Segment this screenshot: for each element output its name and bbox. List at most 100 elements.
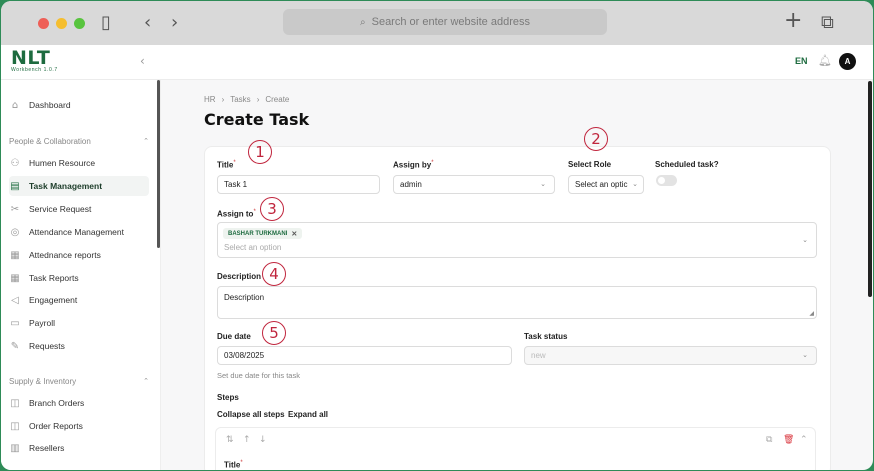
chevron-down-icon: ⌄ xyxy=(632,180,638,188)
megaphone-icon: ◁ xyxy=(11,294,19,306)
avatar[interactable]: A xyxy=(839,53,856,70)
bell-icon[interactable]: 🔔︎ xyxy=(818,54,832,67)
expand-all-link[interactable]: Expand all xyxy=(288,410,328,419)
sidebar-item-task-management[interactable]: ▤ Task Management xyxy=(9,176,149,196)
address-placeholder: Search or enter website address xyxy=(371,16,530,28)
annotation-marker-4: 4 xyxy=(262,262,286,286)
close-window-button[interactable] xyxy=(38,18,49,29)
minimize-window-button[interactable] xyxy=(56,18,67,29)
step-card: ⇅ ↑ ↓ ⧉ 🗑︎ ⌃ Title* xyxy=(215,427,816,470)
sidebar-item-dashboard[interactable]: ⌂ Dashboard xyxy=(9,95,149,115)
task-status-value: new xyxy=(531,351,546,360)
sidebar-item-branch-orders[interactable]: ◫ Branch Orders xyxy=(9,393,149,413)
assignee-tag-label: BASHAR TURKMANI xyxy=(228,230,288,237)
sidebar-group-label: Supply & Inventory xyxy=(9,377,77,386)
sidebar-toggle-icon[interactable]: ▯ xyxy=(101,12,111,33)
people-icon: ⚇ xyxy=(10,157,20,169)
sidebar-item-attendance-management[interactable]: ◎ Attendance Management xyxy=(9,222,149,242)
sidebar-item-label: Service Request xyxy=(29,204,92,214)
sidebar-item-requests[interactable]: ✎ Requests xyxy=(9,336,149,356)
due-date-help: Set due date for this task xyxy=(217,371,300,380)
scheduled-task-toggle[interactable] xyxy=(656,175,677,186)
edit-icon: ✎ xyxy=(10,340,20,352)
new-tab-icon[interactable]: + xyxy=(784,8,802,33)
arrow-up-icon[interactable]: ↑ xyxy=(243,435,251,445)
sidebar-group-people[interactable]: People & Collaboration ⌃ xyxy=(9,137,149,146)
money-icon: ▭ xyxy=(10,317,20,329)
sidebar-item-label: Branch Orders xyxy=(29,398,85,408)
task-status-label: Task status xyxy=(524,332,568,341)
tabs-overview-icon[interactable]: ⧉ xyxy=(821,12,834,33)
back-icon[interactable]: ‹ xyxy=(144,12,151,33)
clipboard-icon: ▤ xyxy=(10,180,20,192)
sidebar-item-label: Task Management xyxy=(29,181,103,191)
sidebar-item-label: Task Reports xyxy=(29,273,79,283)
sidebar-item-task-reports[interactable]: ▦ Task Reports xyxy=(9,268,149,288)
sidebar-item-label: Attednance reports xyxy=(29,250,101,260)
task-status-select[interactable]: new ⌄ xyxy=(524,346,817,365)
sidebar-item-label: Payroll xyxy=(29,318,55,328)
main-content: HR › Tasks › Create Create Task Title* Task … xyxy=(161,80,873,470)
reorder-icon[interactable]: ⇅ xyxy=(226,435,234,445)
report-icon: ▦ xyxy=(10,249,20,261)
logo-subtext: Workbench 1.0.7 xyxy=(11,67,58,73)
description-textarea[interactable]: Description ◢ xyxy=(217,286,817,319)
collapse-all-steps-link[interactable]: Collapse all steps xyxy=(217,410,285,419)
steps-label: Steps xyxy=(217,393,239,402)
page-title: Create Task xyxy=(204,110,310,129)
select-role-label: Select Role xyxy=(568,160,612,169)
sidebar-group-label: People & Collaboration xyxy=(9,137,91,146)
remove-tag-icon[interactable]: ✕ xyxy=(291,230,297,238)
sidebar-item-payroll[interactable]: ▭ Payroll xyxy=(9,313,149,333)
due-date-input[interactable]: 03/08/2025 xyxy=(217,346,512,365)
page-scrollbar[interactable] xyxy=(868,81,872,297)
sidebar-item-label: Order Reports xyxy=(29,421,83,431)
select-role-select[interactable]: Select an optic ⌄ xyxy=(568,175,644,194)
sidebar-item-label: Dashboard xyxy=(29,100,71,110)
scheduled-task-label: Scheduled task? xyxy=(655,160,719,169)
assign-by-select[interactable]: admin ⌄ xyxy=(393,175,555,194)
assign-to-placeholder: Select an option xyxy=(224,243,282,252)
annotation-marker-1: 1 xyxy=(248,140,272,164)
breadcrumb-separator: › xyxy=(221,95,225,104)
copy-icon[interactable]: ⧉ xyxy=(766,435,772,445)
annotation-marker-3: 3 xyxy=(260,197,284,221)
collapse-sidebar-icon[interactable]: ‹ xyxy=(140,54,145,68)
sidebar-item-attendance-reports[interactable]: ▦ Attednance reports xyxy=(9,245,149,265)
assign-by-label: Assign by* xyxy=(393,160,434,170)
sidebar-scrollbar[interactable] xyxy=(157,80,160,248)
address-bar[interactable]: ⌕ Search or enter website address xyxy=(283,9,607,35)
resize-handle-icon[interactable]: ◢ xyxy=(809,310,814,317)
chevron-up-icon[interactable]: ⌃ xyxy=(800,435,808,445)
sidebar-item-humen-resource[interactable]: ⚇ Humen Resource xyxy=(9,153,149,173)
assign-to-multiselect[interactable]: BASHAR TURKMANI ✕ Select an option ⌄ xyxy=(217,222,817,258)
breadcrumb-separator: › xyxy=(256,95,260,104)
breadcrumb-tasks[interactable]: Tasks xyxy=(230,95,250,104)
breadcrumb-hr[interactable]: HR xyxy=(204,95,216,104)
sidebar-item-order-reports[interactable]: ◫ Order Reports xyxy=(9,416,149,436)
sidebar-item-service-request[interactable]: ✂ Service Request xyxy=(9,199,149,219)
chevron-down-icon: ⌄ xyxy=(802,236,808,244)
sidebar-item-label: Engagement xyxy=(29,295,78,305)
chevron-down-icon: ⌄ xyxy=(802,351,808,359)
sidebar-group-supply[interactable]: Supply & Inventory ⌃ xyxy=(9,377,149,386)
title-input[interactable]: Task 1 xyxy=(217,175,380,194)
report-icon: ▦ xyxy=(10,272,20,284)
step-title-label: Title* xyxy=(224,460,243,470)
forward-icon[interactable]: › xyxy=(171,12,178,33)
breadcrumb-create: Create xyxy=(265,95,290,104)
logo[interactable]: NLT Workbench 1.0.7 xyxy=(11,47,58,74)
description-value: Description xyxy=(224,293,265,302)
sidebar-item-resellers[interactable]: ▥ Resellers xyxy=(9,438,149,458)
store-icon: ▥ xyxy=(10,442,20,454)
sidebar-item-engagement[interactable]: ◁ Engagement xyxy=(9,290,149,310)
logo-text: NLT xyxy=(11,47,51,69)
assign-by-value: admin xyxy=(400,180,422,189)
trash-icon[interactable]: 🗑︎ xyxy=(783,435,794,445)
description-label: Description xyxy=(217,272,262,281)
zoom-window-button[interactable] xyxy=(74,18,85,29)
language-switcher[interactable]: EN xyxy=(795,56,808,66)
tools-icon: ✂ xyxy=(10,203,20,215)
chevron-down-icon: ⌄ xyxy=(540,180,546,188)
arrow-down-icon[interactable]: ↓ xyxy=(259,435,267,445)
